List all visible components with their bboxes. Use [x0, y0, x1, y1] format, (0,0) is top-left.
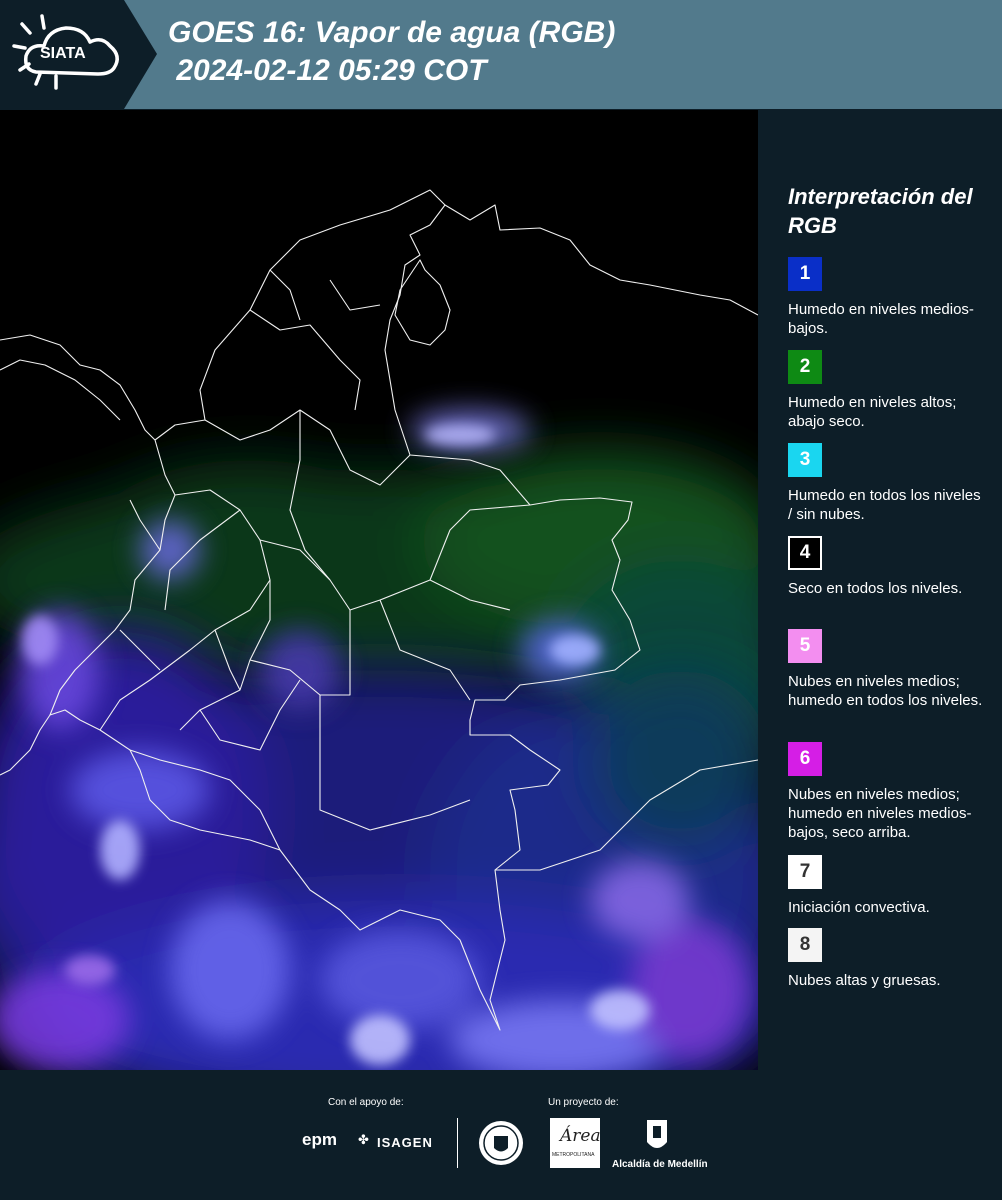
- legend-text-5: Nubes en niveles medios; humedo en todos…: [788, 673, 983, 709]
- legend-item-8: 8 Nubes altas y gruesas.: [788, 928, 988, 990]
- title-line-2: 2024-02-12 05:29 COT: [168, 54, 487, 87]
- legend-item-4: 4 Seco en todos los niveles.: [788, 536, 988, 598]
- legend-swatch-6: 6: [788, 742, 822, 776]
- water-vapor-imagery: [0, 189, 758, 1070]
- legend-item-2: 2 Humedo en niveles altos; abajo seco.: [788, 350, 988, 431]
- area-logo-text: Área: [560, 1126, 601, 1146]
- legend-item-3: 3 Humedo en todos los niveles / sin nube…: [788, 443, 988, 524]
- legend-swatch-5: 5: [788, 629, 822, 663]
- legend-panel: Interpretación del RGB 1 Humedo en nivel…: [762, 110, 1002, 1070]
- legend-text-1: Humedo en niveles medios-bajos.: [788, 301, 974, 337]
- legend-swatch-2: 2: [788, 350, 822, 384]
- logo-panel: SIATA: [0, 0, 157, 109]
- seal-logo-icon: [479, 1121, 523, 1165]
- area-logo-subtext: METROPOLITANA: [552, 1152, 595, 1158]
- support-label: Con el apoyo de:: [328, 1097, 404, 1108]
- legend-text-2: Humedo en niveles altos; abajo seco.: [788, 394, 957, 430]
- legend-swatch-3: 3: [788, 443, 822, 477]
- legend-swatch-7: 7: [788, 855, 822, 889]
- legend-text-8: Nubes altas y gruesas.: [788, 972, 941, 989]
- legend-item-7: 7 Iniciación convectiva.: [788, 855, 988, 917]
- project-label: Un proyecto de:: [548, 1097, 619, 1108]
- legend-item-1: 1 Humedo en niveles medios-bajos.: [788, 257, 988, 338]
- epm-logo: epm: [302, 1130, 337, 1149]
- medellin-shield-icon: [647, 1120, 667, 1148]
- footer-divider: [457, 1118, 458, 1168]
- logo-text: SIATA: [40, 45, 86, 62]
- page-title: GOES 16: Vapor de agua (RGB) 2024-02-12 …: [168, 14, 615, 90]
- isagen-logo-icon: ✤: [358, 1132, 369, 1147]
- legend-item-5: 5 Nubes en niveles medios; humedo en tod…: [788, 629, 988, 710]
- medellin-logo-text: Alcaldía de Medellín: [612, 1159, 708, 1170]
- title-line-1: GOES 16: Vapor de agua (RGB): [168, 16, 616, 49]
- legend-text-3: Humedo en todos los niveles / sin nubes.: [788, 487, 981, 523]
- legend-swatch-8: 8: [788, 928, 822, 962]
- isagen-logo: ISAGEN: [377, 1135, 433, 1150]
- legend-swatch-1: 1: [788, 257, 822, 291]
- legend-text-4: Seco en todos los niveles.: [788, 580, 963, 597]
- legend-text-7: Iniciación convectiva.: [788, 899, 930, 916]
- legend-item-6: 6 Nubes en niveles medios; humedo en niv…: [788, 742, 988, 842]
- header: SIATA GOES 16: Vapor de agua (RGB) 2024-…: [0, 0, 1002, 109]
- satellite-map[interactable]: [0, 110, 758, 1070]
- area-metropolitana-logo: Área METROPOLITANA: [550, 1118, 601, 1168]
- legend-title: Interpretación del RGB: [788, 184, 973, 238]
- legend-swatch-4: 4: [788, 536, 822, 570]
- legend-text-6: Nubes en niveles medios; humedo en nivel…: [788, 786, 972, 841]
